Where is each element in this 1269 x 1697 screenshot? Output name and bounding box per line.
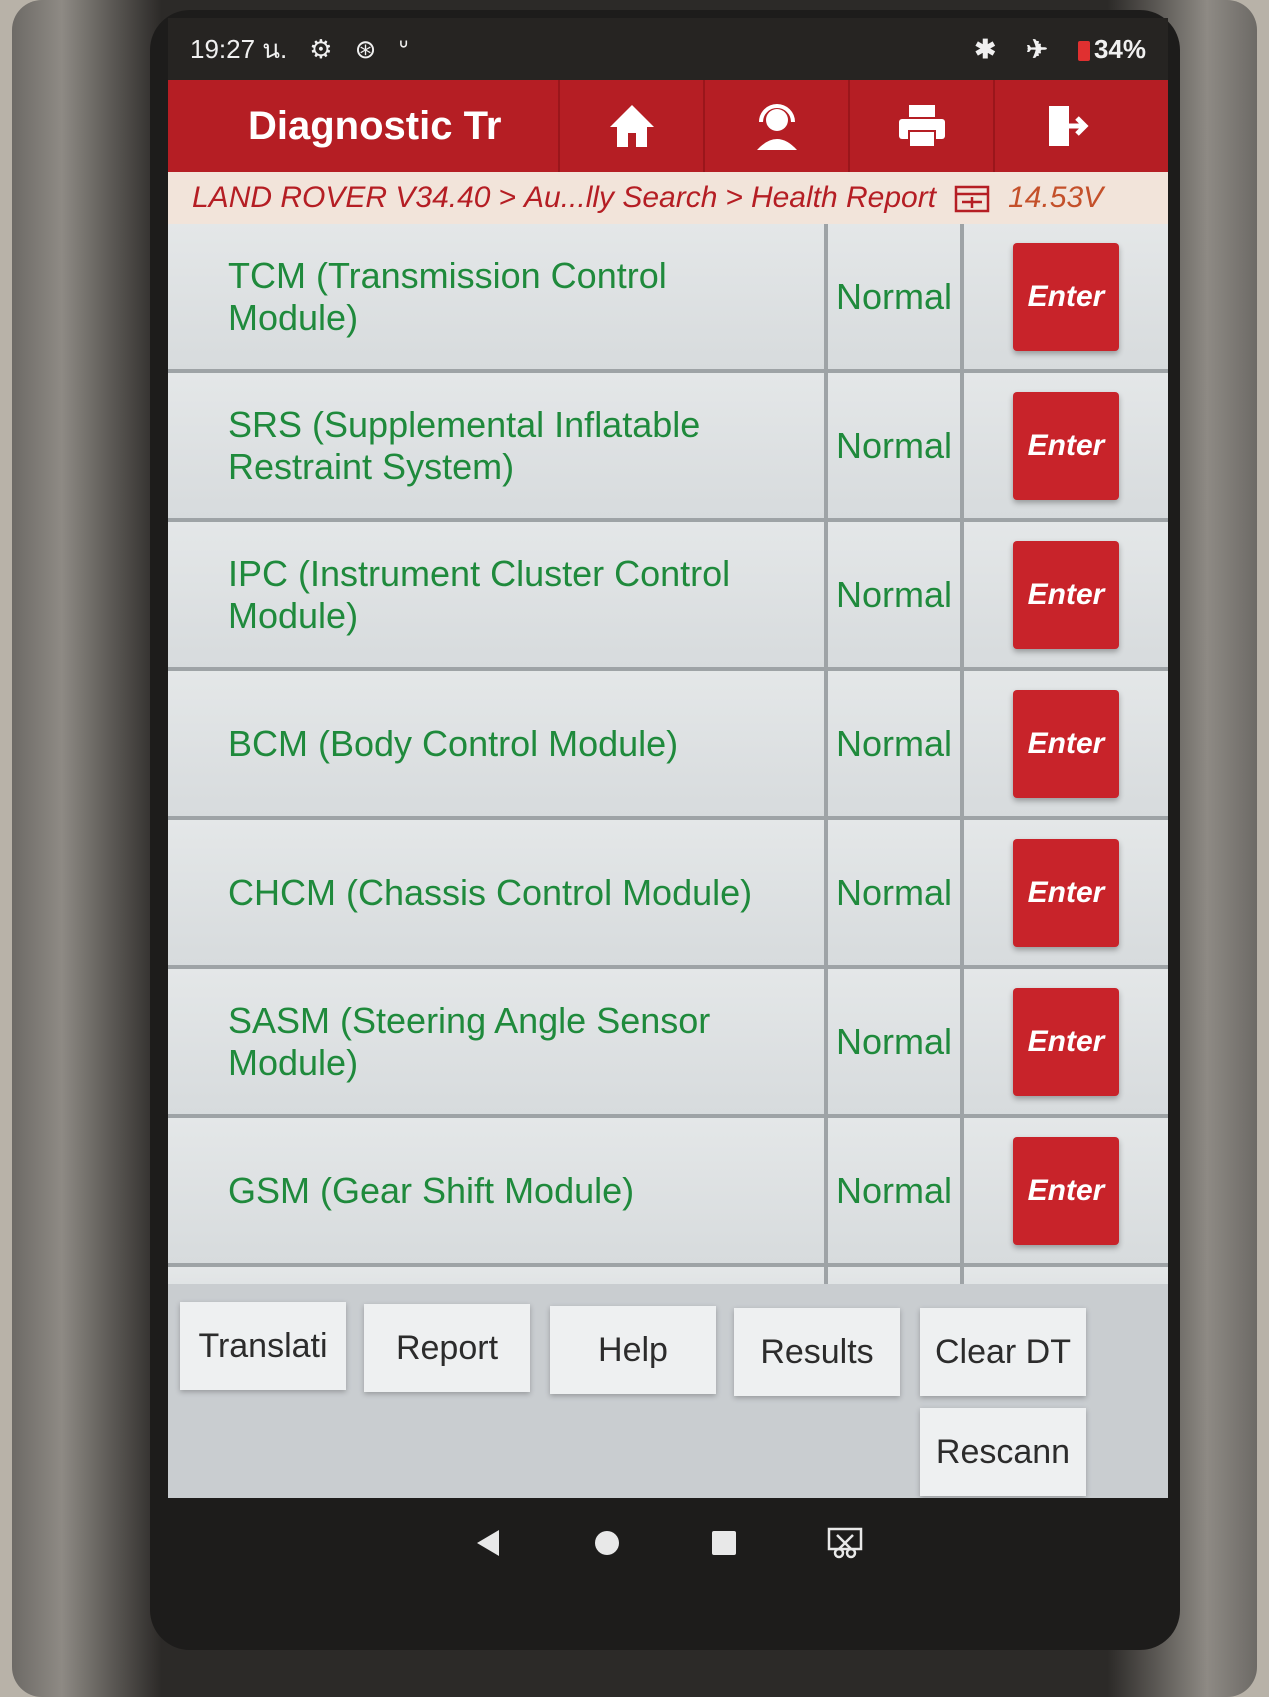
breadcrumb: LAND ROVER V34.40 > Au...lly Search > He…	[168, 172, 1168, 224]
clock: 19:27 น.	[190, 33, 288, 64]
translation-button[interactable]: Translati	[180, 1302, 346, 1390]
breadcrumb-item[interactable]: Au...lly Search	[524, 181, 717, 215]
table-row: SRS (Supplemental Inflatable Restraint S…	[168, 373, 1168, 522]
screen: 19:27 น. ⚙ ⊛ ᐡ ✱ ✈ 34% Diagnostic Tr LAN…	[168, 18, 1168, 1498]
table-row: BCM (Body Control Module) Normal Enter	[168, 671, 1168, 820]
help-button[interactable]: Help	[550, 1306, 716, 1394]
table-row: IPC (Instrument Cluster Control Module) …	[168, 522, 1168, 671]
module-status: Normal	[828, 1118, 964, 1263]
airplane-icon: ✈	[1026, 33, 1048, 64]
battery-icon	[1077, 40, 1090, 61]
print-button[interactable]	[848, 80, 993, 172]
enter-button[interactable]: Enter	[1013, 689, 1119, 798]
battery-indicator: 34%	[1077, 33, 1146, 65]
rescan-button[interactable]: Rescann	[920, 1408, 1086, 1496]
module-status	[828, 1267, 964, 1284]
enter-button[interactable]: Enter	[1013, 391, 1119, 500]
status-bar: 19:27 น. ⚙ ⊛ ᐡ ✱ ✈ 34%	[168, 18, 1168, 80]
printer-icon	[898, 105, 945, 148]
action-cell: Enter	[964, 671, 1168, 816]
exit-icon	[1048, 106, 1089, 146]
exit-button[interactable]	[993, 80, 1138, 172]
support-button[interactable]	[703, 80, 848, 172]
back-icon[interactable]	[473, 1528, 503, 1558]
action-cell	[964, 1267, 1168, 1284]
module-status: Normal	[828, 522, 964, 667]
results-button[interactable]: Results	[734, 1308, 900, 1396]
table-row: CHCM (Chassis Control Module) Normal Ent…	[168, 820, 1168, 969]
headset-icon	[756, 104, 797, 150]
table-row: TCM (Transmission Control Module) Normal…	[168, 224, 1168, 373]
table-row-partial	[168, 1267, 1168, 1284]
module-name	[168, 1267, 828, 1284]
breadcrumb-item: Health Report	[750, 181, 937, 214]
module-status: Normal	[828, 969, 964, 1114]
screenshot-icon[interactable]	[827, 1527, 863, 1559]
clear-dtc-button[interactable]: Clear DT	[920, 1308, 1086, 1396]
table-row: GSM (Gear Shift Module) Normal Enter	[168, 1118, 1168, 1267]
module-status: Normal	[828, 671, 964, 816]
module-status: Normal	[828, 224, 964, 369]
stethoscope-icon: ᐡ	[398, 33, 409, 64]
breadcrumb-separator: >	[498, 181, 516, 214]
page-title: Diagnostic Tr	[248, 103, 502, 148]
action-cell: Enter	[964, 224, 1168, 369]
module-name: SASM (Steering Angle Sensor Module)	[168, 969, 828, 1114]
module-name: TCM (Transmission Control Module)	[168, 224, 828, 369]
enter-button[interactable]: Enter	[1013, 838, 1119, 947]
module-name: BCM (Body Control Module)	[168, 671, 828, 816]
enter-button[interactable]: Enter	[1013, 540, 1119, 649]
action-cell: Enter	[964, 373, 1168, 518]
gear-icon: ⚙	[309, 33, 333, 64]
report-button[interactable]: Report	[364, 1304, 530, 1392]
breadcrumb-separator: >	[725, 181, 743, 214]
module-name: IPC (Instrument Cluster Control Module)	[168, 522, 828, 667]
module-list[interactable]: TCM (Transmission Control Module) Normal…	[168, 224, 1168, 1284]
action-cell: Enter	[964, 522, 1168, 667]
battery-level: 34%	[1093, 33, 1146, 64]
enter-button[interactable]: Enter	[1013, 242, 1119, 351]
module-name: SRS (Supplemental Inflatable Restraint S…	[168, 373, 828, 518]
home-nav-icon[interactable]	[593, 1529, 621, 1557]
table-row: SASM (Steering Angle Sensor Module) Norm…	[168, 969, 1168, 1118]
bottom-toolbar: Translati Report Help Results Clear DT R…	[168, 1284, 1168, 1498]
calendar-icon	[954, 185, 990, 213]
enter-button[interactable]: Enter	[1013, 1136, 1119, 1245]
voltage-readout: 14.53V	[1008, 181, 1104, 214]
action-cell: Enter	[964, 969, 1168, 1114]
action-cell: Enter	[964, 820, 1168, 965]
module-status: Normal	[828, 373, 964, 518]
home-button[interactable]	[558, 80, 703, 172]
breadcrumb-item[interactable]: LAND ROVER V34.40	[192, 181, 490, 215]
module-name: CHCM (Chassis Control Module)	[168, 820, 828, 965]
obd-icon: ⊛	[354, 33, 377, 64]
app-header: Diagnostic Tr	[168, 80, 1168, 172]
recents-icon[interactable]	[711, 1530, 737, 1556]
bluetooth-icon: ✱	[974, 33, 997, 64]
android-nav-bar	[168, 1498, 1168, 1588]
module-status: Normal	[828, 820, 964, 965]
home-icon	[609, 105, 654, 147]
module-name: GSM (Gear Shift Module)	[168, 1118, 828, 1263]
enter-button[interactable]: Enter	[1013, 987, 1119, 1096]
action-cell: Enter	[964, 1118, 1168, 1263]
